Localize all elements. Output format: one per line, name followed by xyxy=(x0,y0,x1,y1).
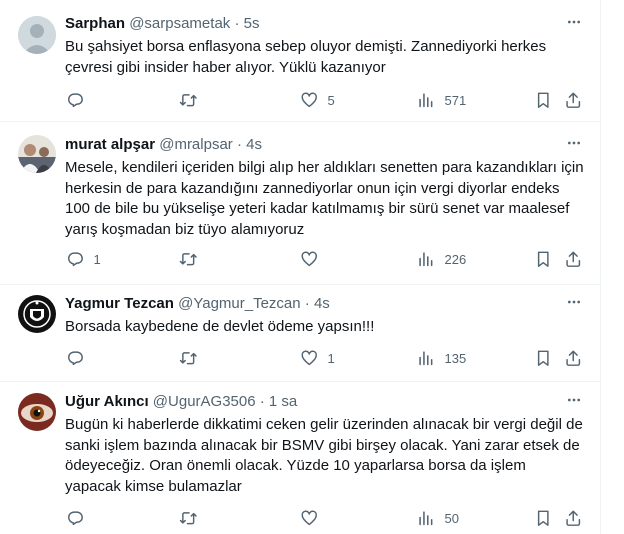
action-bar: 1 226 xyxy=(58,249,598,269)
retweet-icon xyxy=(179,511,197,525)
reply-button[interactable] xyxy=(66,508,94,528)
more-icon[interactable] xyxy=(564,133,584,153)
like-button[interactable] xyxy=(300,508,328,528)
more-icon[interactable] xyxy=(564,390,584,410)
views-count: 571 xyxy=(444,92,467,108)
reply-button[interactable]: 1 xyxy=(66,249,101,269)
retweet-button[interactable] xyxy=(179,90,207,110)
display-name[interactable]: Yagmur Tezcan xyxy=(65,295,174,312)
retweet-button[interactable] xyxy=(179,508,207,528)
separator: · xyxy=(304,295,310,312)
share-icon xyxy=(566,510,581,526)
share-button[interactable] xyxy=(564,348,583,368)
heart-icon xyxy=(301,510,317,525)
tweet-text: Bu şahsiyet borsa enflasyona sebep oluyo… xyxy=(65,38,547,76)
reply-icon xyxy=(67,511,83,525)
separator: · xyxy=(259,393,265,410)
bookmark-icon xyxy=(537,510,549,526)
views-button[interactable]: 135 xyxy=(417,348,466,368)
retweet-icon xyxy=(179,252,197,266)
like-button[interactable]: 5 xyxy=(300,90,335,110)
tweet[interactable]: Uğur Akıncı @UgurAG3506 · 1 sa Bugün ki … xyxy=(0,381,600,534)
views-button[interactable]: 571 xyxy=(417,90,466,110)
tweet-text: Bugün ki haberlerde dikkatimi ceken geli… xyxy=(65,416,583,495)
views-icon xyxy=(419,511,433,525)
views-count: 50 xyxy=(444,510,459,526)
bookmark-button[interactable] xyxy=(534,249,553,269)
tweet[interactable]: murat alpşar @mralpsar · 4s Mesele, kend… xyxy=(0,121,600,285)
tweet-header: murat alpşar @mralpsar · 4s xyxy=(65,135,584,155)
like-button[interactable] xyxy=(300,249,328,269)
tweet-header: Sarphan @sarpsametak · 5s xyxy=(65,14,584,34)
bookmark-icon xyxy=(537,350,549,366)
like-count: 1 xyxy=(327,350,335,366)
handle[interactable]: @sarpsametak xyxy=(129,15,230,32)
separator: · xyxy=(236,136,242,153)
retweet-button[interactable] xyxy=(179,348,207,368)
share-icon xyxy=(566,251,581,267)
views-button[interactable]: 226 xyxy=(417,249,466,269)
separator: · xyxy=(234,15,240,32)
avatar[interactable] xyxy=(18,295,56,333)
timestamp[interactable]: 5s xyxy=(244,15,260,32)
action-bar: 5 571 xyxy=(58,90,598,110)
reply-icon xyxy=(67,93,83,107)
share-icon xyxy=(566,92,581,108)
handle[interactable]: @Yagmur_Tezcan xyxy=(178,295,301,312)
bookmark-button[interactable] xyxy=(534,348,553,368)
tweet[interactable]: Sarphan @sarpsametak · 5s Bu şahsiyet bo… xyxy=(0,0,600,122)
tweet-header: Yagmur Tezcan @Yagmur_Tezcan · 4s xyxy=(65,294,584,314)
tweet-header: Uğur Akıncı @UgurAG3506 · 1 sa xyxy=(65,392,584,412)
more-icon[interactable] xyxy=(564,292,584,312)
handle[interactable]: @mralpsar xyxy=(159,136,233,153)
share-icon xyxy=(566,350,581,366)
handle[interactable]: @UgurAG3506 xyxy=(153,393,256,410)
views-icon xyxy=(419,93,433,107)
reply-feed: Sarphan @sarpsametak · 5s Bu şahsiyet bo… xyxy=(0,0,601,534)
action-bar: 1 135 xyxy=(58,348,598,368)
display-name[interactable]: Sarphan xyxy=(65,15,125,32)
bookmark-icon xyxy=(537,92,549,108)
like-count: 5 xyxy=(327,92,335,108)
more-icon[interactable] xyxy=(564,12,584,32)
timestamp[interactable]: 4s xyxy=(246,136,262,153)
display-name[interactable]: murat alpşar xyxy=(65,136,155,153)
heart-icon xyxy=(301,92,317,107)
views-icon xyxy=(419,351,433,365)
views-count: 226 xyxy=(444,251,467,267)
avatar[interactable] xyxy=(18,135,56,173)
views-button[interactable]: 50 xyxy=(417,508,459,528)
views-icon xyxy=(419,252,433,266)
timestamp[interactable]: 1 sa xyxy=(269,393,297,410)
reply-icon xyxy=(67,252,83,266)
display-name[interactable]: Uğur Akıncı xyxy=(65,393,149,410)
share-button[interactable] xyxy=(564,508,583,528)
bookmark-button[interactable] xyxy=(534,90,553,110)
tweet-text: Borsada kaybedene de devlet ödeme yapsın… xyxy=(65,318,375,335)
avatar[interactable] xyxy=(18,16,56,54)
like-button[interactable]: 1 xyxy=(300,348,335,368)
retweet-button[interactable] xyxy=(179,249,207,269)
avatar[interactable] xyxy=(18,393,56,431)
reply-button[interactable] xyxy=(66,90,94,110)
retweet-icon xyxy=(179,93,197,107)
share-button[interactable] xyxy=(564,90,583,110)
bookmark-icon xyxy=(537,251,549,267)
reply-count: 1 xyxy=(93,251,101,267)
share-button[interactable] xyxy=(564,249,583,269)
retweet-icon xyxy=(179,351,197,365)
timestamp[interactable]: 4s xyxy=(314,295,330,312)
heart-icon xyxy=(301,350,317,365)
reply-button[interactable] xyxy=(66,348,94,368)
tweet-text: Mesele, kendileri içeriden bilgi alıp he… xyxy=(65,159,584,238)
views-count: 135 xyxy=(444,350,467,366)
heart-icon xyxy=(301,251,317,266)
reply-icon xyxy=(67,351,83,365)
action-bar: 50 xyxy=(58,508,598,528)
tweet[interactable]: Yagmur Tezcan @Yagmur_Tezcan · 4s Borsad… xyxy=(0,284,600,382)
bookmark-button[interactable] xyxy=(534,508,553,528)
